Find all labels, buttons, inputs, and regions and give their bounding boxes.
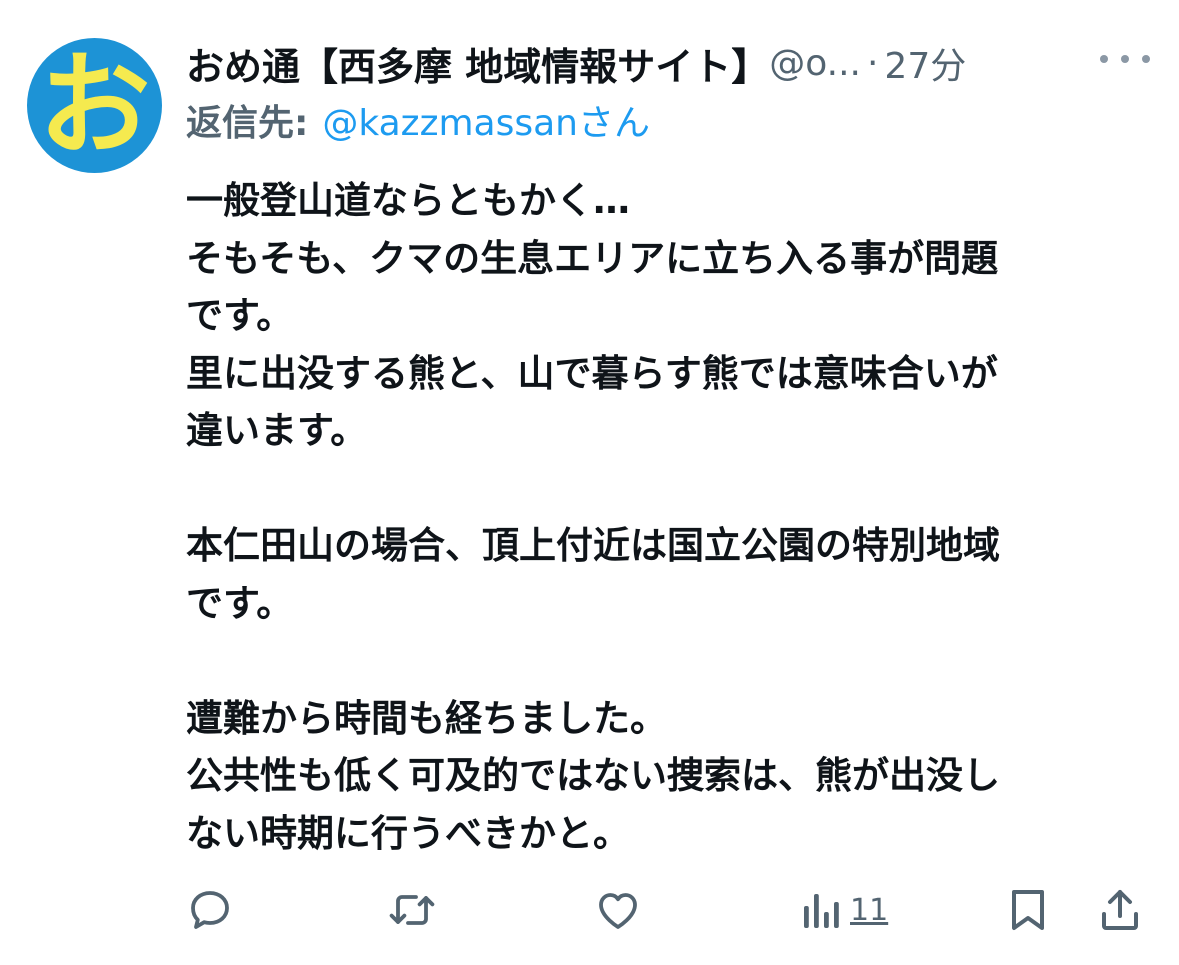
timestamp[interactable]: 27分 — [884, 37, 966, 89]
reply-user-link[interactable]: @kazzmassanさん — [322, 94, 650, 146]
text-line: 本仁田山の場合、頂上付近は国立公園の特別地域 — [186, 524, 1000, 567]
text-line: 違います。 — [186, 409, 368, 452]
more-dot — [1100, 55, 1108, 63]
bookmark-icon — [1012, 890, 1044, 930]
tweet-text: 一般登山道ならともかく… そもそも、クマの生息エリアに立ち入る事が問題 です。 … — [186, 172, 1126, 862]
tweet[interactable]: お おめ通【西多摩 地域情報サイト】 @o... · 27分 返信先: @kaz… — [0, 0, 1179, 965]
views-icon — [804, 894, 839, 928]
like-button[interactable] — [594, 878, 642, 942]
tweet-header: おめ通【西多摩 地域情報サイト】 @o... · 27分 — [186, 36, 1146, 91]
more-dot — [1142, 55, 1150, 63]
retweet-icon — [389, 895, 435, 925]
reply-context: 返信先: @kazzmassanさん — [186, 96, 650, 144]
separator-dot: · — [866, 42, 879, 84]
reply-label: 返信先: — [186, 103, 309, 144]
text-line: です。 — [186, 581, 294, 625]
share-icon — [1102, 890, 1138, 930]
reply-button[interactable] — [186, 878, 234, 942]
more-dot — [1121, 55, 1129, 63]
share-button[interactable] — [1098, 878, 1142, 942]
text-line: 里に出没する熊と、山で暮らす熊では意味合いが — [186, 351, 998, 395]
text-line: 公共性も低く可及的ではない捜索は、熊が出没し — [186, 754, 1000, 797]
author-name[interactable]: おめ通【西多摩 地域情報サイト】 — [186, 36, 769, 91]
action-bar: 11 — [186, 878, 1146, 942]
views-count: 11 — [850, 892, 889, 928]
text-line: そもそも、クマの生息エリアに立ち入る事が問題 — [186, 236, 999, 280]
avatar-logo: お — [38, 40, 151, 171]
bookmark-button[interactable] — [1006, 878, 1050, 942]
reply-icon — [191, 891, 229, 929]
views-button[interactable]: 11 — [802, 878, 888, 942]
retweet-button[interactable] — [386, 878, 438, 942]
text-line: 遭難から時間も経ちました。 — [186, 696, 667, 740]
avatar[interactable]: お — [27, 38, 162, 173]
text-line — [186, 632, 1126, 690]
heart-icon — [599, 893, 637, 929]
text-line — [186, 460, 1126, 518]
text-line: 一般登山道ならともかく… — [186, 179, 630, 222]
author-handle[interactable]: @o... — [769, 43, 861, 84]
more-icon[interactable] — [1100, 44, 1150, 74]
text-line: ない時期に行うべきかと。 — [186, 811, 630, 855]
text-line: です。 — [186, 294, 294, 337]
